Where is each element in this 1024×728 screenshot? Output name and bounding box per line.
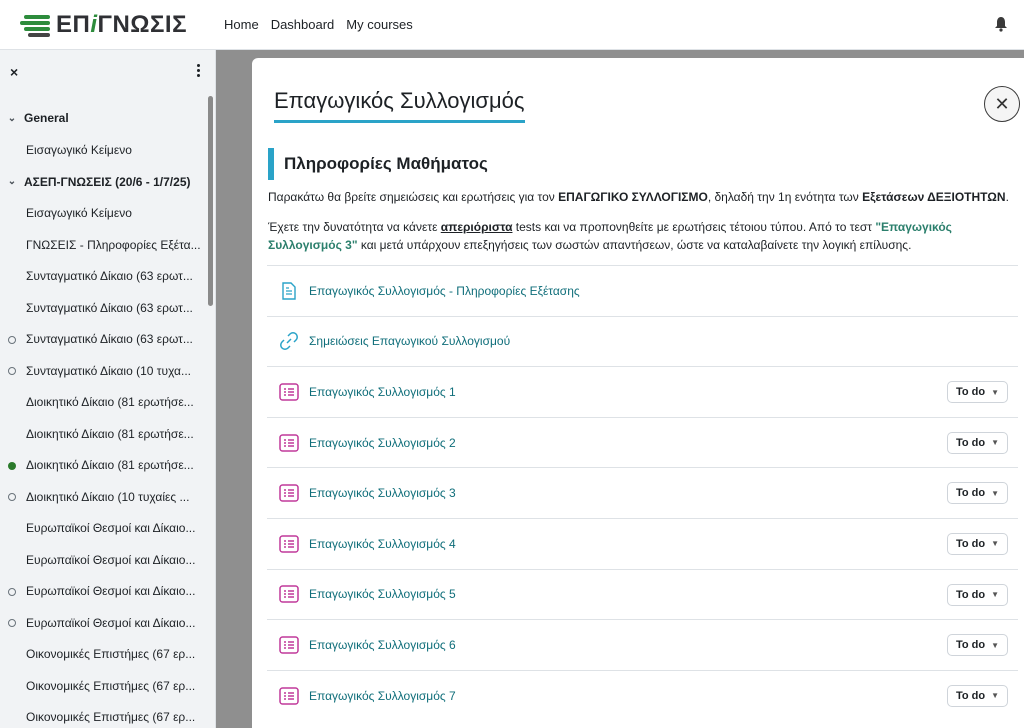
complete-status-icon xyxy=(8,461,16,470)
list-item[interactable]: Διοικητικό Δίκαιο (81 ερωτήσε... xyxy=(0,387,210,419)
course-info: Πληροφορίες Μαθήματος Παρακάτω θα βρείτε… xyxy=(268,148,1018,254)
modal-title: Επαγωγικός Συλλογισμός xyxy=(274,88,525,123)
section-asep-gnoseis[interactable]: ⌄ ΑΣΕΠ-ΓΝΩΣΕΙΣ (20/6 - 1/7/25) xyxy=(0,166,210,198)
todo-dropdown[interactable]: To do ▼ xyxy=(946,431,1008,454)
activity-row[interactable]: Επαγωγικός Συλλογισμός - Πληροφορίες Εξέ… xyxy=(267,265,1018,316)
list-item[interactable]: Συνταγματικό Δίκαιο (10 τυχα... xyxy=(0,355,210,387)
quiz-icon xyxy=(279,635,299,655)
chevron-down-icon: ▼ xyxy=(991,387,999,397)
activity-row[interactable]: Επαγωγικός Συλλογισμός 2 To do ▼ xyxy=(267,416,1018,468)
kebab-menu-icon[interactable] xyxy=(197,64,201,78)
activity-row[interactable]: Επαγωγικός Συλλογισμός 6 To do ▼ xyxy=(267,619,1018,670)
quiz-icon xyxy=(279,534,299,554)
list-item[interactable]: Οικονομικές Επιστήμες (67 ερ... xyxy=(0,639,210,671)
top-navbar: ΕΠiΓΝΩΣΙΣ Home Dashboard My courses xyxy=(0,0,1024,50)
activity-row[interactable]: Επαγωγικός Συλλογισμός 5 To do ▼ xyxy=(267,568,1018,620)
bell-icon[interactable] xyxy=(994,16,1008,32)
list-item[interactable]: Οικονομικές Επιστήμες (67 ερ... xyxy=(0,702,210,728)
info-paragraph-2: Έχετε την δυνατότητα να κάνετε απεριόρισ… xyxy=(268,220,952,252)
nav-my-courses-link[interactable]: My courses xyxy=(346,17,412,32)
list-item[interactable]: Ευρωπαϊκοί Θεσμοί και Δίκαιο... xyxy=(0,544,210,576)
list-item[interactable]: Συνταγματικό Δίκαιο (63 ερωτ... xyxy=(0,261,210,293)
todo-dropdown[interactable]: To do ▼ xyxy=(946,532,1008,555)
activity-link[interactable]: Επαγωγικός Συλλογισμός 3 xyxy=(309,486,456,500)
todo-dropdown[interactable]: To do ▼ xyxy=(946,684,1008,707)
nav-dashboard-link[interactable]: Dashboard xyxy=(271,17,335,32)
incomplete-status-icon xyxy=(8,335,16,344)
activity-link[interactable]: Επαγωγικός Συλλογισμός 2 xyxy=(309,436,456,450)
quiz-icon xyxy=(279,686,299,706)
quiz-icon xyxy=(279,382,299,402)
chevron-down-icon: ▼ xyxy=(991,590,999,600)
chevron-down-icon: ▼ xyxy=(991,691,999,701)
chevron-down-icon[interactable]: ⌄ xyxy=(0,113,24,124)
activity-modal: Επαγωγικός Συλλογισμός ✕ Πληροφορίες Μαθ… xyxy=(252,58,1024,728)
list-item[interactable]: Συνταγματικό Δίκαιο (63 ερωτ... xyxy=(0,324,210,356)
activity-list: Επαγωγικός Συλλογισμός - Πληροφορίες Εξέ… xyxy=(267,265,1018,720)
list-item[interactable]: Εισαγωγικό Κείμενο xyxy=(0,198,210,230)
todo-dropdown[interactable]: To do ▼ xyxy=(946,583,1008,606)
chevron-down-icon: ▼ xyxy=(991,539,999,549)
incomplete-status-icon xyxy=(8,619,16,627)
todo-dropdown[interactable]: To do ▼ xyxy=(946,381,1008,404)
activity-row[interactable]: Σημειώσεις Επαγωγικού Συλλογισμού xyxy=(267,315,1018,367)
list-item[interactable]: Συνταγματικό Δίκαιο (63 ερωτ... xyxy=(0,292,210,324)
close-icon[interactable]: ✕ xyxy=(984,86,1020,122)
list-item[interactable]: ΓΝΩΣΕΙΣ - Πληροφορίες Εξέτα... xyxy=(0,229,210,261)
quiz-icon xyxy=(279,584,299,604)
activity-link[interactable]: Επαγωγικός Συλλογισμός 4 xyxy=(309,537,456,551)
section-general[interactable]: ⌄ General xyxy=(0,102,210,134)
activity-link[interactable]: Επαγωγικός Συλλογισμός 6 xyxy=(309,638,456,652)
activity-link[interactable]: Επαγωγικός Συλλογισμός 5 xyxy=(309,587,456,601)
activity-link[interactable]: Επαγωγικός Συλλογισμός 7 xyxy=(309,689,456,703)
page-icon xyxy=(279,281,299,301)
list-item[interactable]: Ευρωπαϊκοί Θεσμοί και Δίκαιο... xyxy=(0,576,210,608)
list-item[interactable]: Ευρωπαϊκοί Θεσμοί και Δίκαιο... xyxy=(0,607,210,639)
list-item[interactable]: Διοικητικό Δίκαιο (10 τυχαίες ... xyxy=(0,481,210,513)
close-drawer-icon[interactable]: × xyxy=(10,64,18,80)
list-item[interactable]: Οικονομικές Επιστήμες (67 ερ... xyxy=(0,670,210,702)
todo-dropdown[interactable]: To do ▼ xyxy=(946,482,1008,505)
list-item[interactable]: Διοικητικό Δίκαιο (81 ερωτήσε... xyxy=(0,418,210,450)
primary-nav: Home Dashboard My courses xyxy=(224,17,413,32)
info-heading-text: Πληροφορίες Μαθήματος xyxy=(284,154,488,173)
list-item[interactable]: Εισαγωγικό Κείμενο xyxy=(0,134,210,166)
chevron-down-icon[interactable]: ⌄ xyxy=(0,176,24,187)
activity-link[interactable]: Επαγωγικός Συλλογισμός - Πληροφορίες Εξέ… xyxy=(309,284,580,298)
activity-link[interactable]: Σημειώσεις Επαγωγικού Συλλογισμού xyxy=(309,334,510,348)
incomplete-status-icon xyxy=(8,587,16,596)
chevron-down-icon: ▼ xyxy=(991,438,999,448)
heading-accent-bar xyxy=(268,148,274,180)
logo-mark-icon xyxy=(20,13,54,37)
incomplete-status-icon xyxy=(8,493,16,501)
chevron-down-icon: ▼ xyxy=(991,640,999,650)
course-index-list: ⌄ General Εισαγωγικό Κείμενο ⌄ ΑΣΕΠ-ΓΝΩΣΕΙ… xyxy=(0,102,210,728)
info-heading: Πληροφορίες Μαθήματος xyxy=(268,148,1018,180)
site-logo[interactable]: ΕΠiΓΝΩΣΙΣ xyxy=(20,11,216,39)
quiz-icon xyxy=(279,433,299,453)
activity-row[interactable]: Επαγωγικός Συλλογισμός 3 To do ▼ xyxy=(267,467,1018,518)
link-icon xyxy=(279,331,299,351)
incomplete-status-icon xyxy=(8,367,16,375)
drawer-header: × xyxy=(0,50,215,94)
logo-text: ΕΠiΓΝΩΣΙΣ xyxy=(56,10,187,38)
nav-home-link[interactable]: Home xyxy=(224,17,259,32)
quiz-icon xyxy=(279,483,299,503)
activity-row[interactable]: Επαγωγικός Συλλογισμός 4 To do ▼ xyxy=(267,517,1018,569)
info-paragraph-1: Παρακάτω θα βρείτε σημειώσεις και ερωτήσ… xyxy=(268,190,1009,204)
course-index-drawer: × ⌄ General Εισαγωγικό Κείμενο ⌄ ΑΣΕΠ-ΓΝΩΣ… xyxy=(0,50,216,728)
todo-dropdown[interactable]: To do ▼ xyxy=(946,634,1008,657)
activity-row[interactable]: Επαγωγικός Συλλογισμός 1 To do ▼ xyxy=(267,366,1018,417)
list-item[interactable]: Ευρωπαϊκοί Θεσμοί και Δίκαιο... xyxy=(0,513,210,545)
list-item[interactable]: Διοικητικό Δίκαιο (81 ερωτήσε... xyxy=(0,450,210,482)
activity-link[interactable]: Επαγωγικός Συλλογισμός 1 xyxy=(309,385,456,399)
chevron-down-icon: ▼ xyxy=(991,488,999,498)
activity-row[interactable]: Επαγωγικός Συλλογισμός 7 To do ▼ xyxy=(267,669,1018,721)
